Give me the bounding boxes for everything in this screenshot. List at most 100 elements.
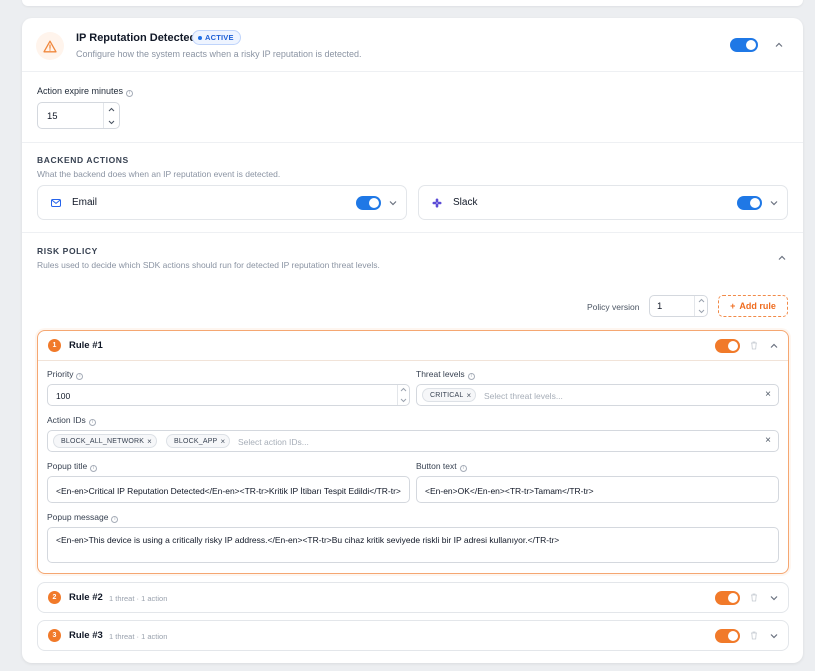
expire-minutes-label: Action expire minutes i <box>37 86 134 97</box>
previous-card-edge <box>22 0 803 6</box>
info-icon: i <box>76 373 84 380</box>
add-rule-button[interactable]: + Add rule <box>718 295 788 317</box>
detection-enabled-toggle[interactable] <box>730 38 758 52</box>
rule-title: Rule #1 <box>69 340 103 351</box>
rule-meta: 1 threat · 1 action <box>109 594 168 603</box>
stepper-down-icon[interactable] <box>107 118 116 126</box>
popup-title-value: <En-en>Critical IP Reputation Detected</… <box>56 486 401 496</box>
plus-icon: + <box>730 301 736 311</box>
chevron-down-icon[interactable] <box>769 198 779 208</box>
info-icon: i <box>459 465 467 472</box>
threat-levels-select[interactable]: CRITICAL × Select threat levels... × <box>416 384 779 406</box>
trash-icon[interactable] <box>750 631 758 640</box>
trash-icon[interactable] <box>750 341 758 350</box>
slack-toggle[interactable] <box>737 196 762 210</box>
chevron-up-icon[interactable] <box>777 253 787 263</box>
threat-levels-label: Threat levels i <box>416 369 475 380</box>
action-ids-select[interactable]: BLOCK_ALL_NETWORK × BLOCK_APP × Select act… <box>47 430 779 452</box>
action-id-chip[interactable]: BLOCK_ALL_NETWORK × <box>53 434 158 448</box>
clear-icon[interactable]: × <box>765 389 771 400</box>
rule-title: Rule #2 <box>69 592 103 603</box>
expire-minutes-value: 15 <box>47 111 58 122</box>
popup-title-input[interactable]: <En-en>Critical IP Reputation Detected</… <box>47 476 410 503</box>
priority-input[interactable]: 100 <box>47 384 410 406</box>
action-id-chip[interactable]: BLOCK_APP × <box>166 434 231 448</box>
rule-number-badge: 3 <box>48 629 61 642</box>
remove-chip-icon[interactable]: × <box>467 391 472 400</box>
backend-action-label: Slack <box>453 197 478 208</box>
stepper-down-icon[interactable] <box>399 396 408 404</box>
backend-action-slack[interactable]: Slack <box>418 185 788 220</box>
policy-version-value: 1 <box>657 301 663 312</box>
rule-card-2[interactable]: 2 Rule #2 1 threat · 1 action <box>37 582 789 613</box>
rule-header[interactable]: 1 Rule #1 <box>38 331 788 361</box>
remove-chip-icon[interactable]: × <box>220 437 225 446</box>
policy-version-input[interactable]: 1 <box>649 295 708 317</box>
chevron-up-icon[interactable] <box>769 341 779 351</box>
info-icon: i <box>90 465 98 472</box>
mail-icon <box>51 199 61 207</box>
status-dot <box>198 35 202 40</box>
info-icon: i <box>111 516 119 523</box>
expire-minutes-input[interactable]: 15 <box>37 102 120 129</box>
chevron-down-icon[interactable] <box>769 593 779 603</box>
threat-levels-placeholder: Select threat levels... <box>484 391 563 401</box>
stepper-down-icon[interactable] <box>697 307 706 315</box>
page-subtitle: Configure how the system reacts when a r… <box>76 49 362 59</box>
rule-meta: 1 threat · 1 action <box>109 632 168 641</box>
popup-message-value: <En-en>This device is using a critically… <box>56 535 560 545</box>
action-ids-placeholder: Select action IDs... <box>238 437 309 447</box>
popup-message-textarea[interactable]: <En-en>This device is using a critically… <box>47 527 779 563</box>
backend-actions-heading: BACKEND ACTIONS <box>37 155 129 165</box>
add-rule-label: Add rule <box>739 301 776 311</box>
button-text-value: <En-en>OK</En-en><TR-tr>Tamam</TR-tr> <box>425 486 594 496</box>
trash-icon[interactable] <box>750 593 758 602</box>
policy-version-stepper[interactable] <box>694 296 707 316</box>
rule-enabled-toggle[interactable] <box>715 591 740 605</box>
threat-level-chip[interactable]: CRITICAL × <box>422 388 477 402</box>
stepper-up-icon[interactable] <box>107 106 116 114</box>
action-ids-label: Action IDs i <box>47 415 96 426</box>
rule-enabled-toggle[interactable] <box>715 629 740 643</box>
stepper-up-icon[interactable] <box>697 297 706 305</box>
rule-card-3[interactable]: 3 Rule #3 1 threat · 1 action <box>37 620 789 651</box>
slack-icon <box>432 198 442 208</box>
risk-policy-heading: RISK POLICY <box>37 246 98 256</box>
page-title: IP Reputation Detected <box>76 32 197 44</box>
backend-action-email[interactable]: Email <box>37 185 407 220</box>
risk-policy-description: Rules used to decide which SDK actions s… <box>37 260 380 270</box>
info-icon: i <box>126 90 134 97</box>
section-divider <box>22 232 803 233</box>
clear-icon[interactable]: × <box>765 435 771 446</box>
rule-title: Rule #3 <box>69 630 103 641</box>
ip-reputation-panel: IP Reputation Detected ACTIVE Configure … <box>22 18 803 663</box>
popup-message-label: Popup message i <box>47 512 119 523</box>
section-divider <box>22 142 803 143</box>
policy-version-label: Policy version <box>587 302 640 312</box>
rule-number-badge: 1 <box>48 339 61 352</box>
backend-actions-description: What the backend does when an IP reputat… <box>37 169 281 179</box>
priority-stepper[interactable] <box>397 385 409 405</box>
status-badge-label: ACTIVE <box>205 33 234 42</box>
priority-label: Priority i <box>47 369 84 380</box>
popup-title-label: Popup title i <box>47 461 98 472</box>
rule-enabled-toggle[interactable] <box>715 339 740 353</box>
expire-minutes-stepper[interactable] <box>103 103 119 128</box>
remove-chip-icon[interactable]: × <box>147 437 152 446</box>
rule-card-1: 1 Rule #1 Priority i 100 Threat levels i C… <box>37 330 789 574</box>
status-badge: ACTIVE <box>192 30 241 45</box>
stepper-up-icon[interactable] <box>399 386 408 394</box>
priority-value: 100 <box>56 391 71 401</box>
warning-icon <box>36 32 64 60</box>
chevron-down-icon[interactable] <box>769 631 779 641</box>
info-icon: i <box>467 373 475 380</box>
panel-header[interactable]: IP Reputation Detected ACTIVE Configure … <box>22 18 803 72</box>
info-icon: i <box>88 419 96 426</box>
rule-number-badge: 2 <box>48 591 61 604</box>
chevron-up-icon[interactable] <box>774 40 784 50</box>
email-toggle[interactable] <box>356 196 381 210</box>
chevron-down-icon[interactable] <box>388 198 398 208</box>
button-text-input[interactable]: <En-en>OK</En-en><TR-tr>Tamam</TR-tr> <box>416 476 779 503</box>
button-text-label: Button text i <box>416 461 467 472</box>
backend-action-label: Email <box>72 197 98 208</box>
